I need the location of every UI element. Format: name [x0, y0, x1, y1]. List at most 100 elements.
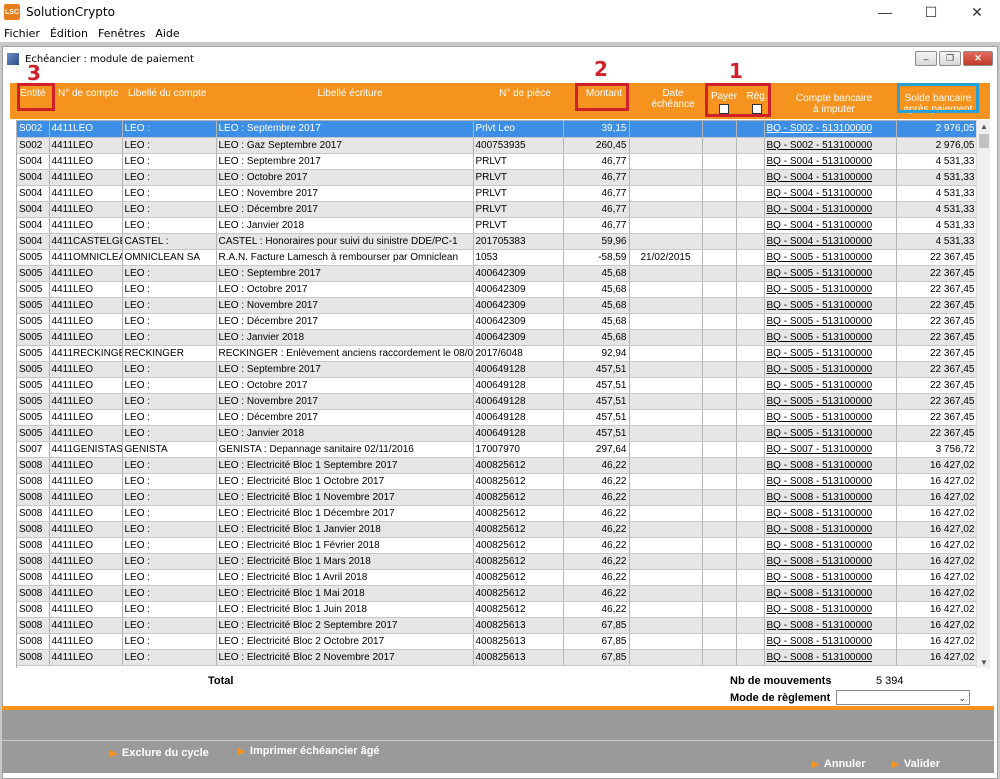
cell-reg[interactable] [736, 569, 765, 586]
table-row[interactable]: S008 4411LEO LEO : LEO : Electricité Bloc 1… [17, 457, 976, 474]
cell-reg[interactable] [736, 537, 765, 554]
vertical-scrollbar[interactable]: ▲ ▼ [976, 120, 990, 668]
cell-banque[interactable]: BQ - S008 - 513100000 [764, 505, 897, 522]
cell-reg[interactable] [736, 473, 765, 490]
child-close-icon[interactable]: ✕ [963, 51, 993, 66]
cell-banque[interactable]: BQ - S002 - 513100000 [764, 121, 897, 138]
cell-banque[interactable]: BQ - S005 - 513100000 [764, 329, 897, 346]
cell-reg[interactable] [736, 393, 765, 410]
menu-fichier[interactable]: Fichier [0, 27, 45, 40]
cell-reg[interactable] [736, 377, 765, 394]
cell-reg[interactable] [736, 553, 765, 570]
cell-banque[interactable]: BQ - S008 - 513100000 [764, 537, 897, 554]
cell-payer[interactable] [702, 329, 737, 346]
table-row[interactable]: S004 4411LEO LEO : LEO : Octobre 2017 PRLVT 4… [17, 169, 976, 186]
cell-payer[interactable] [702, 377, 737, 394]
cell-payer[interactable] [702, 569, 737, 586]
cell-payer[interactable] [702, 121, 737, 138]
cell-payer[interactable] [702, 585, 737, 602]
cell-reg[interactable] [736, 505, 765, 522]
table-row[interactable]: S007 4411GENISTAS GENISTA GENISTA : Depanna… [17, 441, 976, 458]
table-row[interactable]: S008 4411LEO LEO : LEO : Electricité Bloc 2… [17, 633, 976, 650]
cell-reg[interactable] [736, 441, 765, 458]
cell-reg[interactable] [736, 585, 765, 602]
cell-payer[interactable] [702, 425, 737, 442]
cell-payer[interactable] [702, 297, 737, 314]
cell-reg[interactable] [736, 249, 765, 266]
table-row[interactable]: S008 4411LEO LEO : LEO : Electricité Bloc 1… [17, 521, 976, 538]
cell-banque[interactable]: BQ - S007 - 513100000 [764, 441, 897, 458]
imprimer-echeancier-button[interactable]: ▶ Imprimer échéancier âgé [238, 745, 380, 757]
cell-payer[interactable] [702, 489, 737, 506]
cell-banque[interactable]: BQ - S008 - 513100000 [764, 569, 897, 586]
table-row[interactable]: S005 4411LEO LEO : LEO : Décembre 2017 40064… [17, 313, 976, 330]
cell-payer[interactable] [702, 441, 737, 458]
cell-reg[interactable] [736, 185, 765, 202]
cell-banque[interactable]: BQ - S008 - 513100000 [764, 473, 897, 490]
exclure-cycle-button[interactable]: ▶ Exclure du cycle [110, 747, 209, 759]
cell-reg[interactable] [736, 137, 765, 154]
table-row[interactable]: S008 4411LEO LEO : LEO : Electricité Bloc 1… [17, 537, 976, 554]
table-row[interactable]: S005 4411LEO LEO : LEO : Janvier 2018 400642… [17, 329, 976, 346]
table-row[interactable]: S005 4411LEO LEO : LEO : Octobre 2017 400642… [17, 281, 976, 298]
cell-banque[interactable]: BQ - S005 - 513100000 [764, 249, 897, 266]
cell-banque[interactable]: BQ - S005 - 513100000 [764, 377, 897, 394]
scroll-up-icon[interactable]: ▲ [977, 120, 991, 132]
table-row[interactable]: S005 4411OMNICLEA OMNICLEAN SA R.A.N. Factu… [17, 249, 976, 266]
cell-reg[interactable] [736, 201, 765, 218]
cell-payer[interactable] [702, 345, 737, 362]
scroll-down-icon[interactable]: ▼ [977, 656, 991, 668]
cell-reg[interactable] [736, 521, 765, 538]
cell-reg[interactable] [736, 233, 765, 250]
cell-payer[interactable] [702, 553, 737, 570]
cell-reg[interactable] [736, 617, 765, 634]
menu-fenetres[interactable]: Fenêtres [93, 27, 150, 40]
cell-banque[interactable]: BQ - S005 - 513100000 [764, 425, 897, 442]
cell-reg[interactable] [736, 265, 765, 282]
table-row[interactable]: S008 4411LEO LEO : LEO : Electricité Bloc 1… [17, 553, 976, 570]
cell-banque[interactable]: BQ - S005 - 513100000 [764, 345, 897, 362]
cell-reg[interactable] [736, 297, 765, 314]
table-row[interactable]: S008 4411LEO LEO : LEO : Electricité Bloc 1… [17, 505, 976, 522]
table-row[interactable]: S005 4411LEO LEO : LEO : Novembre 2017 40064… [17, 297, 976, 314]
cell-banque[interactable]: BQ - S005 - 513100000 [764, 361, 897, 378]
table-row[interactable]: S004 4411LEO LEO : LEO : Décembre 2017 PRLVT… [17, 201, 976, 218]
cell-reg[interactable] [736, 633, 765, 650]
cell-banque[interactable]: BQ - S005 - 513100000 [764, 297, 897, 314]
cell-reg[interactable] [736, 281, 765, 298]
maximize-icon[interactable]: ☐ [908, 0, 954, 24]
cell-banque[interactable]: BQ - S004 - 513100000 [764, 233, 897, 250]
cell-banque[interactable]: BQ - S004 - 513100000 [764, 153, 897, 170]
cell-banque[interactable]: BQ - S008 - 513100000 [764, 633, 897, 650]
cell-payer[interactable] [702, 393, 737, 410]
table-row[interactable]: S008 4411LEO LEO : LEO : Electricité Bloc 2… [17, 649, 976, 666]
cell-reg[interactable] [736, 345, 765, 362]
col-header-libelle-ecriture[interactable]: Libellé écriture [220, 83, 480, 119]
cell-reg[interactable] [736, 313, 765, 330]
cell-banque[interactable]: BQ - S005 - 513100000 [764, 281, 897, 298]
cell-banque[interactable]: BQ - S008 - 513100000 [764, 521, 897, 538]
cell-banque[interactable]: BQ - S008 - 513100000 [764, 617, 897, 634]
child-restore-icon[interactable]: ❐ [939, 51, 961, 66]
cell-banque[interactable]: BQ - S008 - 513100000 [764, 601, 897, 618]
table-row[interactable]: S004 4411LEO LEO : LEO : Janvier 2018 PRLVT 4… [17, 217, 976, 234]
menu-edition[interactable]: Édition [45, 27, 93, 40]
cell-payer[interactable] [702, 601, 737, 618]
cell-payer[interactable] [702, 457, 737, 474]
cell-banque[interactable]: BQ - S008 - 513100000 [764, 585, 897, 602]
cell-payer[interactable] [702, 281, 737, 298]
cell-payer[interactable] [702, 169, 737, 186]
cell-banque[interactable]: BQ - S008 - 513100000 [764, 553, 897, 570]
cell-reg[interactable] [736, 489, 765, 506]
cell-reg[interactable] [736, 169, 765, 186]
table-row[interactable]: S004 4411CASTELGE CASTEL : CASTEL : Honorai… [17, 233, 976, 250]
table-row[interactable]: S008 4411LEO LEO : LEO : Electricité Bloc 2… [17, 617, 976, 634]
cell-reg[interactable] [736, 329, 765, 346]
table-row[interactable]: S008 4411LEO LEO : LEO : Electricité Bloc 1… [17, 585, 976, 602]
table-row[interactable]: S004 4411LEO LEO : LEO : Septembre 2017 PRLV… [17, 153, 976, 170]
cell-payer[interactable] [702, 153, 737, 170]
cell-banque[interactable]: BQ - S008 - 513100000 [764, 489, 897, 506]
col-header-compte[interactable]: N° de compte [56, 83, 126, 119]
cell-banque[interactable]: BQ - S005 - 513100000 [764, 409, 897, 426]
cell-payer[interactable] [702, 409, 737, 426]
